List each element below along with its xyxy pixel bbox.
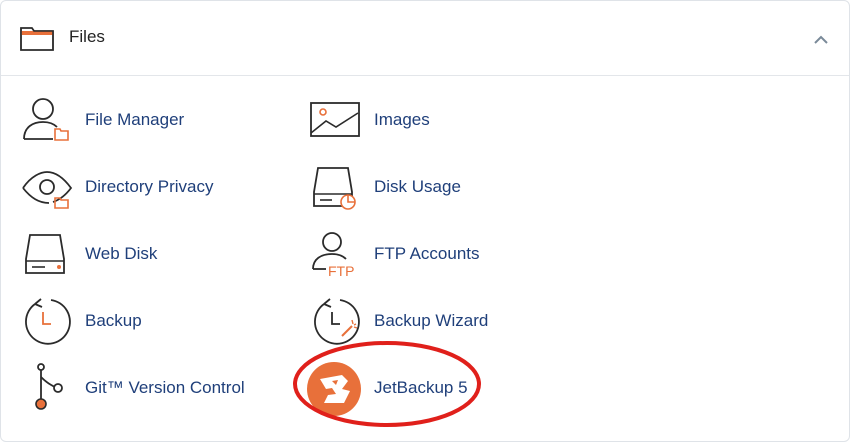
item-label: Web Disk	[85, 244, 158, 263]
item-label: FTP Accounts	[374, 244, 480, 263]
item-label: Directory Privacy	[85, 177, 214, 196]
files-panel: Files File Manager Images Directory Priv…	[0, 0, 850, 442]
chevron-up-icon[interactable]	[809, 28, 833, 52]
ftp-icon-text: FTP	[328, 263, 354, 279]
highlight-circle-annotation	[292, 340, 482, 428]
item-disk-usage[interactable]: Disk Usage	[310, 162, 560, 214]
item-backup[interactable]: Backup	[21, 296, 271, 348]
git-icon	[21, 363, 73, 415]
backup-icon	[21, 296, 73, 348]
item-ftp-accounts[interactable]: FTP FTP Accounts	[310, 229, 560, 281]
item-images[interactable]: Images	[310, 95, 560, 147]
disk-usage-icon	[310, 162, 362, 214]
item-label: File Manager	[85, 110, 185, 129]
item-file-manager[interactable]: File Manager	[21, 95, 271, 147]
images-icon	[310, 95, 362, 147]
item-label: Images	[374, 110, 430, 129]
item-label: Backup Wizard	[374, 311, 489, 330]
section-title: Files	[69, 27, 105, 46]
item-web-disk[interactable]: Web Disk	[21, 229, 271, 281]
files-panel-header[interactable]: Files	[1, 1, 849, 76]
directory-privacy-icon	[21, 162, 73, 214]
folder-icon	[20, 25, 54, 51]
item-label: Git™ Version Control	[85, 378, 245, 397]
item-git-version-control[interactable]: Git™ Version Control	[21, 363, 271, 415]
item-directory-privacy[interactable]: Directory Privacy	[21, 162, 271, 214]
item-label: Disk Usage	[374, 177, 461, 196]
file-manager-icon	[21, 95, 73, 147]
web-disk-icon	[21, 229, 73, 281]
item-label: Backup	[85, 311, 142, 330]
ftp-accounts-icon: FTP	[310, 229, 362, 281]
